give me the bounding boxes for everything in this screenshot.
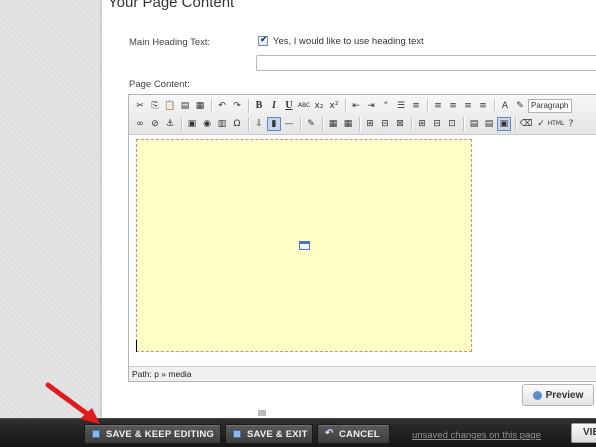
clean-icon[interactable]: ✓ <box>534 117 548 131</box>
toolbar-separator <box>427 99 428 113</box>
col-insert-icon[interactable]: ⊞ <box>415 117 429 131</box>
bullet-list-icon[interactable]: ☰ <box>394 99 408 113</box>
subscript-button[interactable]: x₂ <box>312 99 326 113</box>
editor-status-path: Path: p » media <box>129 366 596 381</box>
hidden-control-hint <box>258 410 266 416</box>
highlight-color-icon[interactable]: ✎ <box>513 99 527 113</box>
align-left-icon[interactable]: ≡ <box>431 99 445 113</box>
redo-icon[interactable]: ↷ <box>230 99 244 113</box>
checkmark-icon: ✔ <box>260 34 268 44</box>
cancel-label: CANCEL <box>339 428 380 440</box>
view-button[interactable]: VIE <box>571 423 596 443</box>
heading-text-label: Main Heading Text: <box>129 37 211 48</box>
toolbar-row-1: ✂ ⎘ 📋 ▤ ▦ ↶ ↷ B I U ABC x₂ x² ⇤ ⇥ “☰ ≡ ≡ ≡ ≡ ≡ A ✎ Paragraph <box>133 98 572 114</box>
toolbar-separator <box>248 117 249 131</box>
blockquote-icon[interactable]: “ <box>379 99 393 113</box>
toolbar-separator <box>411 117 412 131</box>
preview-button-label: Preview <box>545 389 584 401</box>
link-icon[interactable]: ∞ <box>133 117 147 131</box>
superscript-button[interactable]: x² <box>327 99 341 113</box>
paste-icon[interactable]: 📋 <box>163 99 177 113</box>
fullscreen-icon[interactable]: ▣ <box>497 117 511 131</box>
outdent-icon[interactable]: ⇤ <box>349 99 363 113</box>
source-view-icon[interactable]: ▤ <box>482 117 496 131</box>
indent-icon[interactable]: ⇥ <box>364 99 378 113</box>
back-arrow-icon: ↶ <box>325 428 334 439</box>
table-props-icon[interactable]: ▦ <box>341 117 355 131</box>
save-icon <box>92 430 100 438</box>
split-cells-icon[interactable]: ⊡ <box>445 117 459 131</box>
font-color-icon[interactable]: A <box>498 99 512 113</box>
toolbar-separator <box>248 99 249 113</box>
remove-format-icon[interactable]: ⌫ <box>519 117 533 131</box>
merge-cells-icon[interactable]: ⊠ <box>393 117 407 131</box>
use-heading-checkbox-label[interactable]: Yes, I would like to use heading text <box>273 36 424 47</box>
bold-button[interactable]: B <box>252 99 266 113</box>
media-icon[interactable]: ▥ <box>215 117 229 131</box>
visual-aid-icon[interactable]: ▤ <box>467 117 481 131</box>
red-arrow-annotation <box>45 382 100 424</box>
align-justify-icon[interactable]: ≡ <box>476 99 490 113</box>
paste-text-icon[interactable]: ▤ <box>178 99 192 113</box>
save-exit-button[interactable]: SAVE & EXIT <box>225 424 313 444</box>
media-placeholder-icon <box>299 241 310 250</box>
toolbar-separator <box>345 99 346 113</box>
preview-icon <box>532 390 542 400</box>
html-icon[interactable]: HTML <box>548 117 565 131</box>
special-char-icon[interactable]: Ω <box>230 117 244 131</box>
panel-title: Your Page Content <box>108 0 235 11</box>
toolbar-separator <box>322 117 323 131</box>
align-right-icon[interactable]: ≡ <box>461 99 475 113</box>
cut-icon[interactable]: ✂ <box>133 99 147 113</box>
underline-button[interactable]: U <box>282 99 296 113</box>
editor-toolbar: ✂ ⎘ 📋 ▤ ▦ ↶ ↷ B I U ABC x₂ x² ⇤ ⇥ “☰ ≡ ≡ ≡ ≡ ≡ A ✎ Paragraph ∞ ⊘… <box>129 95 596 135</box>
italic-button[interactable]: I <box>267 99 281 113</box>
cancel-button[interactable]: ↶ CANCEL <box>317 424 390 444</box>
flash-icon[interactable]: ◉ <box>200 117 214 131</box>
embedded-media-placeholder[interactable] <box>136 139 472 352</box>
horizontal-rule-icon[interactable]: — <box>282 117 296 131</box>
toolbar-separator <box>515 117 516 131</box>
undo-icon[interactable]: ↶ <box>215 99 229 113</box>
paste-word-icon[interactable]: ▦ <box>193 99 207 113</box>
row-insert-icon[interactable]: ⊞ <box>363 117 377 131</box>
toolbar-row-2: ∞ ⊘ ⚓ ▣ ◉ ▥ Ω ⇩ ▮ — ✎ ▦ ▦ ⊞ ⊟ ⊠ ⊞ ⊟ ⊡ ▤ ▤ ▣ ⌫ ✓ HTML? <box>133 116 579 132</box>
numbered-list-icon[interactable]: ≡ <box>409 99 423 113</box>
unsaved-changes-link[interactable]: unsaved changes on this page <box>412 430 541 441</box>
edit-icon[interactable]: ✎ <box>304 117 318 131</box>
toolbar-separator <box>494 99 495 113</box>
unlink-icon[interactable]: ⊘ <box>148 117 162 131</box>
col-delete-icon[interactable]: ⊟ <box>430 117 444 131</box>
help-icon[interactable]: ? <box>564 117 578 131</box>
image-icon[interactable]: ▣ <box>185 117 199 131</box>
row-delete-icon[interactable]: ⊟ <box>378 117 392 131</box>
toolbar-separator <box>463 117 464 131</box>
insert-file-icon[interactable]: ⇩ <box>252 117 266 131</box>
toolbar-separator <box>181 117 182 131</box>
format-select[interactable]: Paragraph <box>528 99 572 113</box>
editor-content-area[interactable] <box>129 136 596 368</box>
toolbar-separator <box>359 117 360 131</box>
save-keep-editing-label: SAVE & KEEP EDITING <box>106 428 214 440</box>
embed-media-icon[interactable]: ▮ <box>267 117 281 131</box>
save-icon <box>233 430 241 438</box>
rich-text-editor: ✂ ⎘ 📋 ▤ ▦ ↶ ↷ B I U ABC x₂ x² ⇤ ⇥ “☰ ≡ ≡ ≡ ≡ ≡ A ✎ Paragraph ∞ ⊘… <box>128 94 596 382</box>
anchor-icon[interactable]: ⚓ <box>163 117 177 131</box>
toolbar-separator <box>211 99 212 113</box>
save-exit-label: SAVE & EXIT <box>247 428 308 440</box>
heading-text-input[interactable] <box>256 55 596 71</box>
toolbar-separator <box>300 117 301 131</box>
table-icon[interactable]: ▦ <box>326 117 340 131</box>
strikethrough-button[interactable]: ABC <box>297 99 311 113</box>
use-heading-checkbox[interactable]: ✔ <box>258 34 268 46</box>
page-content-label: Page Content: <box>129 79 190 90</box>
align-center-icon[interactable]: ≡ <box>446 99 460 113</box>
copy-icon[interactable]: ⎘ <box>148 99 162 113</box>
preview-button[interactable]: Preview <box>522 384 594 406</box>
text-cursor <box>136 340 137 352</box>
